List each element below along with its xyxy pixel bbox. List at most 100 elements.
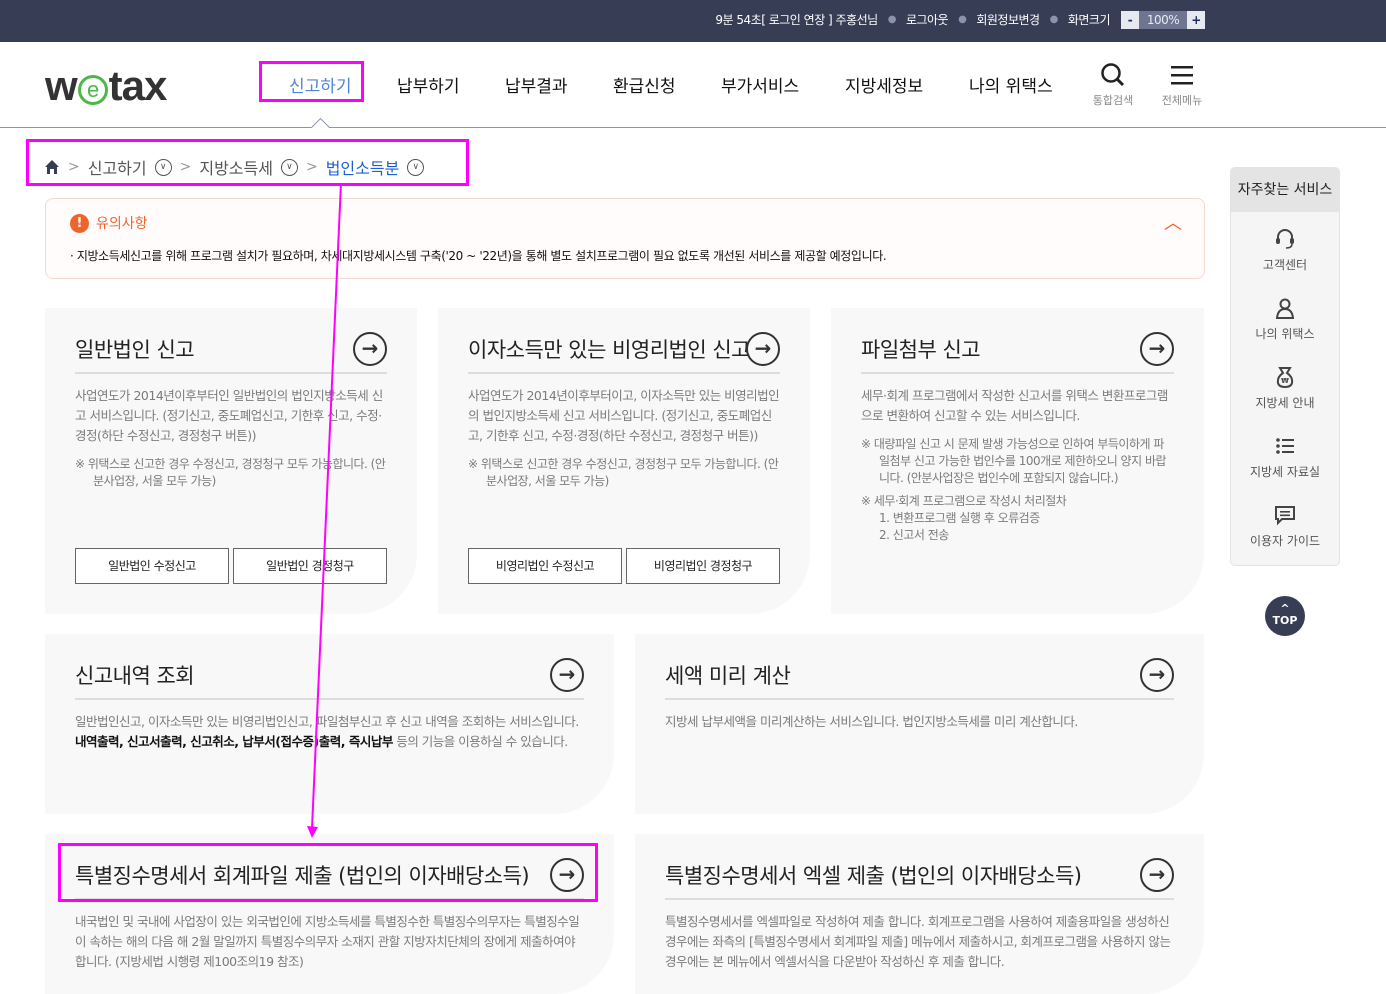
divider [665, 898, 1174, 900]
alert-icon: ! [70, 213, 89, 233]
zoom-in-button[interactable]: + [1187, 11, 1205, 29]
card-withholding-excel: 특별징수명세서 엑셀 제출 (법인의 이자배당소득) → 특별징수명세서를 엑셀… [635, 834, 1204, 994]
sidebar-item-customer-center[interactable]: 고객센터 [1231, 212, 1339, 281]
arrow-right-icon[interactable]: → [1140, 658, 1174, 692]
card-title: 특별징수명세서 회계파일 제출 (법인의 이자배당소득) [75, 864, 530, 888]
top-utility-bar: 9분 54초[ 로그인 연장 ] 주홍선님 ● 로그아웃 ● 회원정보변경 ● 화면크… [0, 0, 1386, 42]
notice-box: ! 유의사항 ︿ · 지방소득세신고를 위해 프로그램 설치가 필요하며, 차세대… [45, 198, 1205, 279]
screen-size-label: 화면크기 [1067, 13, 1111, 27]
card-description-tail: 등의 기능을 이용하실 수 있습니다. [392, 734, 568, 749]
card-description: 사업연도가 2014년이후부터이고, 이자소득만 있는 비영리법인의 법인지방소… [468, 388, 780, 443]
card-step: 1. 변환프로그램 실행 후 오류검증 [879, 511, 1040, 525]
card-note: ※ 위택스로 신고한 경우 수정신고, 경정청구 모두 가능합니다. (안분사업… [468, 457, 779, 488]
menu-label: 전체메뉴 [1161, 94, 1203, 107]
sidebar-item-my-wetax[interactable]: 나의 위택스 [1231, 281, 1339, 350]
all-menu-button[interactable]: 전체메뉴 [1152, 62, 1212, 108]
breadcrumb-separator: > [179, 159, 192, 175]
card-title: 일반법인 신고 [75, 338, 195, 362]
sidebar-item-user-guide[interactable]: 이용자 가이드 [1231, 488, 1339, 557]
nav-extra-services[interactable]: 부가서비스 [721, 72, 799, 97]
top-label: TOP [1272, 614, 1298, 627]
headset-icon [1276, 229, 1294, 249]
sidebar-item-label: 고객센터 [1262, 258, 1308, 272]
card-title: 이자소득만 있는 비영리법인 신고 [468, 338, 751, 362]
separator-dot: ● [887, 14, 897, 25]
money-bag-icon: ₩ [1276, 367, 1294, 388]
sidebar-item-label: 지방세 안내 [1255, 396, 1315, 410]
arrow-right-icon[interactable]: → [550, 858, 584, 892]
general-amend-button[interactable]: 일반법인 수정신고 [75, 548, 229, 584]
sidebar-item-local-tax-library[interactable]: 지방세 자료실 [1231, 419, 1339, 488]
chevron-down-icon[interactable]: ∨ [280, 158, 298, 176]
zoom-value: 100% [1139, 11, 1187, 29]
card-general-corp-report: 일반법인 신고 → 사업연도가 2014년이후부터인 일반법인의 법인지방소득세… [45, 308, 417, 614]
nonprofit-correction-button[interactable]: 비영리법인 경정청구 [626, 548, 780, 584]
chat-icon [1275, 506, 1295, 526]
zoom-out-button[interactable]: - [1121, 11, 1139, 29]
breadcrumb-separator: > [305, 159, 318, 175]
arrow-right-icon[interactable]: → [353, 332, 387, 366]
search-label: 통합검색 [1092, 94, 1134, 107]
nav-local-tax-info[interactable]: 지방세정보 [845, 72, 923, 97]
nav-refund[interactable]: 환급신청 [613, 72, 676, 97]
card-note: ※ 위택스로 신고한 경우 수정신고, 경정청구 모두 가능합니다. (안분사업… [75, 457, 386, 488]
nav-my-wetax[interactable]: 나의 위택스 [969, 72, 1053, 97]
search-icon [1101, 63, 1125, 87]
card-file-attach-report: 파일첨부 신고 → 세무·회계 프로그램에서 작성한 신고서를 위택스 변환프로… [831, 308, 1204, 614]
collapse-chevron-icon[interactable]: ︿ [1164, 209, 1182, 235]
sidebar-title: 자주찾는 서비스 [1231, 168, 1339, 212]
header: w e tax 신고하기 납부하기 납부결과 환급신청 부가서비스 지방세정보 나의… [0, 42, 1386, 128]
svg-text:₩: ₩ [1281, 377, 1289, 385]
breadcrumb-local-income-tax[interactable]: 지방소득세 [199, 155, 273, 179]
hamburger-icon [1171, 66, 1193, 85]
session-timer[interactable]: 9분 54초[ 로그인 연장 ] 주홍선님 [715, 11, 878, 28]
card-description: 내국법인 및 국내에 사업장이 있는 외국법인에 지방소득세를 특별징수한 특별… [75, 914, 580, 969]
card-description: 사업연도가 2014년이후부터인 일반법인의 법인지방소득세 신고 서비스입니다… [75, 388, 383, 443]
separator-dot: ● [1049, 14, 1059, 25]
breadcrumb-report[interactable]: 신고하기 [88, 155, 147, 179]
sidebar-item-local-tax-guide[interactable]: ₩ 지방세 안내 [1231, 350, 1339, 419]
wetax-logo[interactable]: w e tax [45, 62, 167, 110]
divider [75, 698, 584, 700]
card-report-history: 신고내역 조회 → 일반법인신고, 이자소득만 있는 비영리법인신고, 파일첨부… [45, 634, 614, 814]
card-title: 신고내역 조회 [75, 664, 195, 688]
card-description: 특별징수명세서를 엑셀파일로 작성하여 제출 합니다. 회계프로그램을 사용하여… [665, 914, 1171, 969]
general-correction-button[interactable]: 일반법인 경정청구 [233, 548, 387, 584]
card-title: 파일첨부 신고 [861, 338, 981, 362]
separator-dot: ● [958, 14, 967, 25]
breadcrumb-corporate-income[interactable]: 법인소득분 [326, 155, 400, 179]
card-note: ※ 세무·회계 프로그램으로 작성시 처리절차 [861, 494, 1067, 508]
card-nonprofit-report: 이자소득만 있는 비영리법인 신고 → 사업연도가 2014년이후부터이고, 이… [438, 308, 810, 614]
chevron-down-icon[interactable]: ∨ [154, 158, 172, 176]
logout-link[interactable]: 로그아웃 [906, 11, 949, 28]
card-description-bold: 내역출력, 신고서출력, 신고취소, 납부서(접수증)출력, 즉시납부 [75, 734, 393, 749]
integrated-search-button[interactable]: 통합검색 [1083, 62, 1143, 108]
divider [468, 372, 780, 374]
divider [75, 372, 387, 374]
arrow-right-icon[interactable]: → [1140, 332, 1174, 366]
nav-payment-result[interactable]: 납부결과 [505, 72, 568, 97]
nav-payment[interactable]: 납부하기 [397, 72, 460, 97]
arrow-right-icon[interactable]: → [550, 658, 584, 692]
member-edit-link[interactable]: 회원정보변경 [976, 11, 1040, 28]
breadcrumb: > 신고하기 ∨ > 지방소득세 ∨ > 법인소득분 ∨ [44, 155, 425, 179]
quick-services-sidebar: 자주찾는 서비스 고객센터 나의 위택스 ₩ 지방세 안내 지방세 자료실 이용자… [1230, 167, 1340, 566]
home-icon[interactable] [44, 159, 60, 175]
list-icon [1276, 438, 1294, 454]
card-step: 2. 신고서 전송 [879, 528, 949, 542]
arrow-right-icon[interactable]: → [746, 332, 780, 366]
arrow-right-icon[interactable]: → [1140, 858, 1174, 892]
nav-report[interactable]: 신고하기 [289, 72, 352, 97]
sidebar-item-label: 지방세 자료실 [1249, 465, 1321, 479]
card-title: 세액 미리 계산 [665, 664, 791, 688]
chevron-down-icon[interactable]: ∨ [407, 158, 425, 176]
scroll-top-button[interactable]: ^ TOP [1265, 596, 1305, 636]
card-note: ※ 대량파일 신고 시 문제 발생 가능성으로 인하여 부득이하게 파일첨부 신… [861, 437, 1167, 485]
card-description: 일반법인신고, 이자소득만 있는 비영리법인신고, 파일첨부신고 후 신고 내역… [75, 714, 579, 729]
divider [75, 898, 584, 900]
card-description: 세무·회계 프로그램에서 작성한 신고서를 위택스 변환프로그램으로 변환하여 … [861, 388, 1168, 423]
nonprofit-amend-button[interactable]: 비영리법인 수정신고 [468, 548, 622, 584]
sidebar-item-label: 나의 위택스 [1255, 327, 1315, 341]
divider [861, 372, 1174, 374]
notice-title: 유의사항 [96, 216, 148, 232]
